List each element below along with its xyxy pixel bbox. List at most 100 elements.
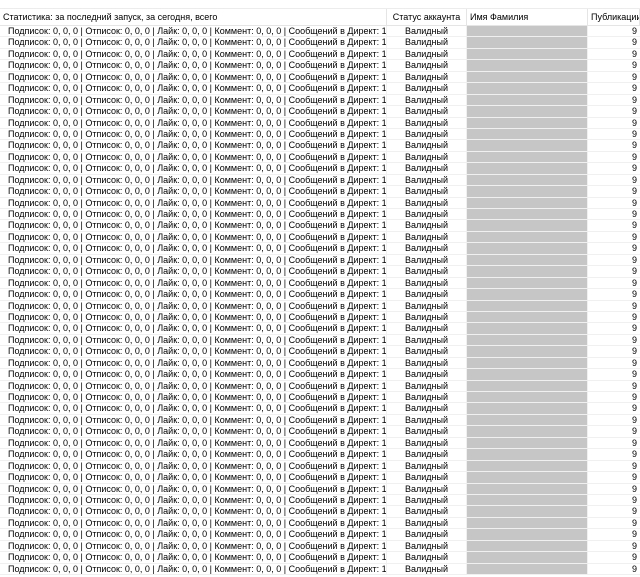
name-cell[interactable] [467,277,588,289]
stats-cell[interactable]: Подписок: 0, 0, 0 | Отписок: 0, 0, 0 | Л… [0,243,387,254]
name-cell[interactable] [467,106,588,117]
table-row[interactable]: Подписок: 0, 0, 0 | Отписок: 0, 0, 0 | Л… [0,197,640,209]
name-cell[interactable] [467,71,588,83]
status-cell[interactable]: Валидный [387,563,467,574]
table-row[interactable]: Подписок: 0, 0, 0 | Отписок: 0, 0, 0 | Л… [0,140,640,152]
posts-cell[interactable]: 9 [588,243,640,253]
table-row[interactable]: Подписок: 0, 0, 0 | Отписок: 0, 0, 0 | Л… [0,552,640,564]
stats-cell[interactable]: Подписок: 0, 0, 0 | Отписок: 0, 0, 0 | Л… [0,334,387,346]
status-cell[interactable]: Валидный [387,300,467,311]
stats-cell[interactable]: Подписок: 0, 0, 0 | Отписок: 0, 0, 0 | Л… [0,254,387,266]
name-cell[interactable] [467,552,588,563]
status-cell[interactable]: Валидный [387,71,467,83]
posts-cell[interactable]: 9 [588,198,640,208]
posts-cell[interactable]: 9 [588,529,640,539]
stats-cell[interactable]: Подписок: 0, 0, 0 | Отписок: 0, 0, 0 | Л… [0,48,387,60]
stats-cell[interactable]: Подписок: 0, 0, 0 | Отписок: 0, 0, 0 | Л… [0,60,387,71]
name-cell[interactable] [467,563,588,574]
status-cell[interactable]: Валидный [387,334,467,346]
status-cell[interactable]: Валидный [387,437,467,449]
column-header-status[interactable]: Статус аккаунта [387,9,467,26]
posts-cell[interactable]: 9 [588,461,640,471]
posts-cell[interactable]: 9 [588,83,640,93]
stats-cell[interactable]: Подписок: 0, 0, 0 | Отписок: 0, 0, 0 | Л… [0,117,387,128]
name-cell[interactable] [467,266,588,277]
stats-cell[interactable]: Подписок: 0, 0, 0 | Отписок: 0, 0, 0 | Л… [0,426,387,437]
table-row[interactable]: Подписок: 0, 0, 0 | Отписок: 0, 0, 0 | Л… [0,494,640,507]
name-cell[interactable] [467,323,588,334]
status-cell[interactable]: Валидный [387,346,467,357]
stats-cell[interactable]: Подписок: 0, 0, 0 | Отписок: 0, 0, 0 | Л… [0,220,387,231]
status-cell[interactable]: Валидный [387,369,467,380]
stats-cell[interactable]: Подписок: 0, 0, 0 | Отписок: 0, 0, 0 | Л… [0,380,387,391]
posts-cell[interactable]: 9 [588,266,640,276]
stats-cell[interactable]: Подписок: 0, 0, 0 | Отписок: 0, 0, 0 | Л… [0,311,387,323]
status-cell[interactable]: Валидный [387,209,467,220]
status-cell[interactable]: Валидный [387,48,467,60]
table-row[interactable]: Подписок: 0, 0, 0 | Отписок: 0, 0, 0 | Л… [0,529,640,541]
name-cell[interactable] [467,94,588,106]
table-row[interactable]: Подписок: 0, 0, 0 | Отписок: 0, 0, 0 | Л… [0,483,640,495]
status-cell[interactable]: Валидный [387,414,467,426]
posts-cell[interactable]: 9 [588,506,640,516]
status-cell[interactable]: Валидный [387,460,467,472]
table-row[interactable]: Подписок: 0, 0, 0 | Отписок: 0, 0, 0 | Л… [0,209,640,221]
name-cell[interactable] [467,83,588,94]
table-row[interactable]: Подписок: 0, 0, 0 | Отписок: 0, 0, 0 | Л… [0,117,640,129]
name-cell[interactable] [467,186,588,197]
posts-cell[interactable]: 9 [588,60,640,70]
name-cell[interactable] [467,529,588,540]
name-cell[interactable] [467,517,588,529]
stats-cell[interactable]: Подписок: 0, 0, 0 | Отписок: 0, 0, 0 | Л… [0,174,387,186]
status-cell[interactable]: Валидный [387,26,467,37]
posts-cell[interactable]: 9 [588,552,640,562]
status-cell[interactable]: Валидный [387,140,467,151]
name-cell[interactable] [467,414,588,426]
table-row[interactable]: Подписок: 0, 0, 0 | Отписок: 0, 0, 0 | Л… [0,437,640,450]
status-cell[interactable]: Валидный [387,37,467,48]
status-cell[interactable]: Валидный [387,151,467,163]
stats-cell[interactable]: Подписок: 0, 0, 0 | Отписок: 0, 0, 0 | Л… [0,71,387,83]
name-cell[interactable] [467,392,588,403]
name-cell[interactable] [467,426,588,437]
table-row[interactable]: Подписок: 0, 0, 0 | Отписок: 0, 0, 0 | Л… [0,540,640,553]
table-row[interactable]: Подписок: 0, 0, 0 | Отписок: 0, 0, 0 | Л… [0,26,640,38]
table-row[interactable]: Подписок: 0, 0, 0 | Отписок: 0, 0, 0 | Л… [0,426,640,438]
table-row[interactable]: Подписок: 0, 0, 0 | Отписок: 0, 0, 0 | Л… [0,151,640,164]
stats-cell[interactable]: Подписок: 0, 0, 0 | Отписок: 0, 0, 0 | Л… [0,460,387,472]
posts-cell[interactable]: 9 [588,49,640,59]
posts-cell[interactable]: 9 [588,449,640,459]
table-row[interactable]: Подписок: 0, 0, 0 | Отписок: 0, 0, 0 | Л… [0,128,640,141]
status-cell[interactable]: Валидный [387,163,467,174]
status-cell[interactable]: Валидный [387,552,467,563]
stats-cell[interactable]: Подписок: 0, 0, 0 | Отписок: 0, 0, 0 | Л… [0,231,387,243]
status-cell[interactable]: Валидный [387,380,467,391]
status-cell[interactable]: Валидный [387,494,467,506]
table-row[interactable]: Подписок: 0, 0, 0 | Отписок: 0, 0, 0 | Л… [0,37,640,49]
stats-cell[interactable]: Подписок: 0, 0, 0 | Отписок: 0, 0, 0 | Л… [0,209,387,220]
table-row[interactable]: Подписок: 0, 0, 0 | Отписок: 0, 0, 0 | Л… [0,106,640,118]
stats-cell[interactable]: Подписок: 0, 0, 0 | Отписок: 0, 0, 0 | Л… [0,140,387,151]
posts-cell[interactable]: 9 [588,129,640,139]
status-cell[interactable]: Валидный [387,94,467,106]
posts-cell[interactable]: 9 [588,312,640,322]
stats-cell[interactable]: Подписок: 0, 0, 0 | Отписок: 0, 0, 0 | Л… [0,266,387,277]
posts-cell[interactable]: 9 [588,472,640,482]
stats-cell[interactable]: Подписок: 0, 0, 0 | Отписок: 0, 0, 0 | Л… [0,357,387,369]
posts-cell[interactable]: 9 [588,301,640,311]
table-row[interactable]: Подписок: 0, 0, 0 | Отписок: 0, 0, 0 | Л… [0,163,640,175]
status-cell[interactable]: Валидный [387,186,467,197]
table-row[interactable]: Подписок: 0, 0, 0 | Отписок: 0, 0, 0 | Л… [0,220,640,232]
table-row[interactable]: Подписок: 0, 0, 0 | Отписок: 0, 0, 0 | Л… [0,311,640,324]
name-cell[interactable] [467,311,588,323]
name-cell[interactable] [467,334,588,346]
status-cell[interactable]: Валидный [387,426,467,437]
posts-cell[interactable]: 9 [588,289,640,299]
table-row[interactable]: Подписок: 0, 0, 0 | Отписок: 0, 0, 0 | Л… [0,403,640,415]
table-row[interactable]: Подписок: 0, 0, 0 | Отписок: 0, 0, 0 | Л… [0,60,640,72]
status-cell[interactable]: Валидный [387,506,467,517]
stats-cell[interactable]: Подписок: 0, 0, 0 | Отписок: 0, 0, 0 | Л… [0,197,387,208]
status-cell[interactable]: Валидный [387,529,467,540]
name-cell[interactable] [467,231,588,243]
stats-cell[interactable]: Подписок: 0, 0, 0 | Отписок: 0, 0, 0 | Л… [0,369,387,380]
